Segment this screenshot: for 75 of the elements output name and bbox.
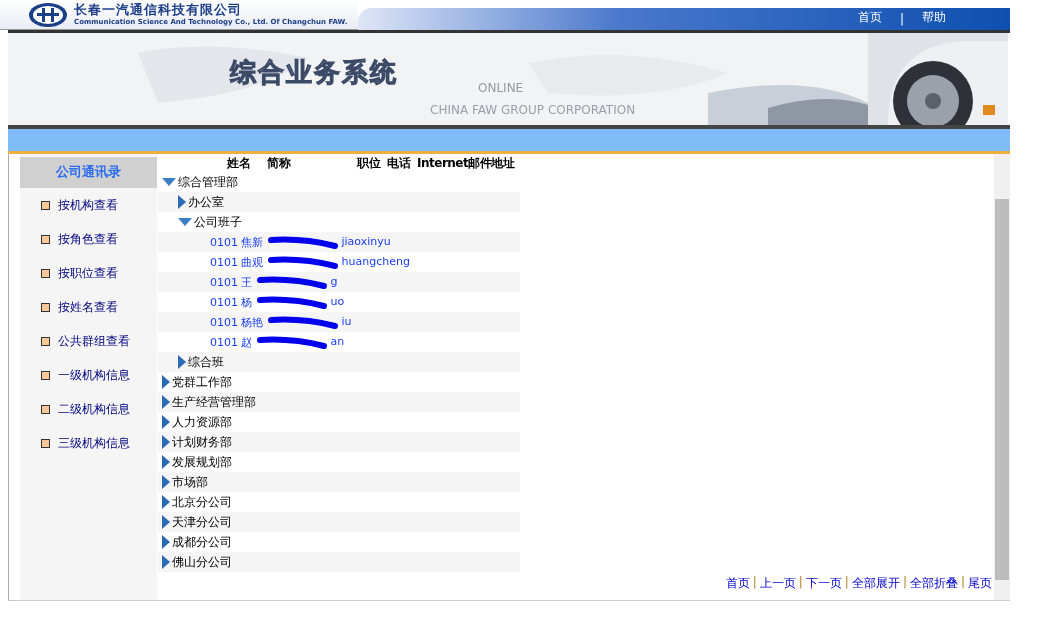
pager-link[interactable]: 全部折叠 (909, 575, 958, 592)
pager-link[interactable]: 上一页 (759, 575, 796, 592)
tree-node[interactable]: 办公室 (188, 193, 224, 211)
person-link[interactable]: 0101 王 (210, 274, 253, 290)
bullet-icon (41, 370, 50, 380)
tree-node[interactable]: 综合管理部 (178, 173, 238, 191)
bullet-icon (41, 438, 50, 448)
person-link[interactable]: 0101 杨 (210, 294, 253, 310)
person-link[interactable]: 0101 曲观 (210, 254, 264, 270)
sidebar-link[interactable]: 二级机构信息 (58, 400, 130, 418)
nav-link[interactable]: 帮助 (916, 9, 952, 26)
separator: | (752, 575, 757, 591)
bullet-icon (41, 404, 50, 414)
person-pinyin: g (330, 274, 338, 290)
sidebar-link[interactable]: 按机构查看 (58, 196, 118, 214)
banner-tagline: ONLINE (478, 81, 524, 95)
sidebar-link[interactable]: 三级机构信息 (58, 434, 130, 452)
logo-icon (28, 1, 68, 28)
sidebar-link[interactable]: 公共群组查看 (58, 332, 130, 350)
nav-link[interactable]: 首页 (851, 9, 888, 26)
separator: | (902, 575, 907, 591)
bullet-icon (41, 234, 50, 244)
column-header: 职位 (357, 155, 382, 172)
sidebar-link[interactable]: 一级机构信息 (58, 366, 130, 384)
separator: | (960, 575, 965, 591)
bullet-icon (41, 302, 50, 312)
tree-node[interactable]: 生产经营管理部 (172, 393, 256, 411)
company-name: 长春一汽通信科技有限公司 (74, 2, 243, 17)
tree-node[interactable]: 发展规划部 (172, 453, 232, 471)
bullet-icon (41, 200, 50, 210)
banner-subline: CHINA FAW GROUP CORPORATION (430, 103, 636, 117)
sidebar-title: 公司通讯录 (20, 157, 157, 188)
pager-link[interactable]: 首页 (725, 575, 750, 592)
column-header: Internet邮件地址 (417, 155, 515, 172)
tree-node[interactable]: 综合班 (188, 353, 224, 371)
separator: | (899, 12, 904, 26)
tree-node[interactable]: 计划财务部 (172, 433, 232, 451)
sidebar-link[interactable]: 按姓名查看 (58, 298, 118, 316)
column-header: 电话 (387, 155, 412, 172)
person-pinyin: uo (330, 294, 345, 310)
sidebar-link[interactable]: 按职位查看 (58, 264, 118, 282)
separator: | (844, 575, 849, 591)
tree-node[interactable]: 天津分公司 (172, 513, 232, 531)
separator: | (798, 575, 803, 591)
person-pinyin: huangcheng (341, 254, 410, 270)
person-link[interactable]: 0101 杨艳 (210, 314, 264, 330)
redaction-mark (267, 234, 338, 249)
person-link[interactable]: 0101 焦新 (210, 234, 264, 250)
tree-node[interactable]: 人力资源部 (172, 413, 232, 431)
redaction-mark (256, 274, 327, 289)
tree-node[interactable]: 党群工作部 (172, 373, 232, 391)
person-pinyin: an (330, 334, 345, 350)
pager-link[interactable]: 下一页 (805, 575, 842, 592)
bullet-icon (41, 268, 50, 278)
scrollbar[interactable] (994, 154, 1010, 600)
system-title: 综合业务系统 (230, 56, 398, 89)
redaction-mark (256, 294, 327, 309)
redaction-mark (267, 314, 338, 329)
bullet-icon (41, 336, 50, 346)
sidebar-link[interactable]: 按角色查看 (58, 230, 118, 248)
tree-node[interactable]: 市场部 (172, 473, 208, 491)
redaction-mark (267, 254, 338, 269)
tree-node[interactable]: 北京分公司 (172, 493, 232, 511)
column-header: 姓名 (227, 155, 251, 172)
tree-node[interactable]: 公司班子 (194, 213, 242, 231)
redaction-mark (256, 334, 327, 349)
column-header: 简称 (267, 155, 292, 172)
pager-link[interactable]: 尾页 (968, 575, 992, 592)
person-link[interactable]: 0101 赵 (210, 334, 253, 350)
person-pinyin: jiaoxinyu (341, 234, 391, 250)
tree-node[interactable]: 佛山分公司 (172, 553, 232, 571)
tree-node[interactable]: 成都分公司 (172, 533, 232, 551)
pager-link[interactable]: 全部展开 (851, 575, 900, 592)
person-pinyin: iu (341, 314, 352, 330)
scroll-thumb[interactable] (995, 199, 1009, 580)
